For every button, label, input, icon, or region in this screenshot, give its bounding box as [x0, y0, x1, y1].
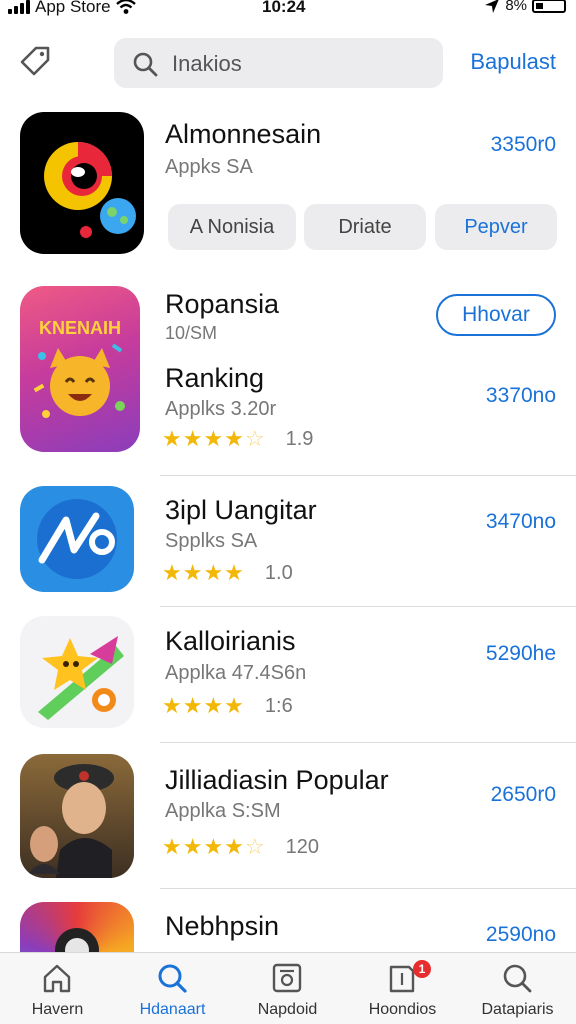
tab-label: Hdanaart: [139, 1001, 206, 1018]
tab-updates[interactable]: 1 Hoondios: [345, 953, 460, 1024]
tab-label: Datapiaris: [481, 1001, 554, 1018]
app-icon: [20, 902, 134, 952]
notification-badge: 1: [413, 960, 431, 978]
search-icon: [503, 964, 532, 993]
home-icon: [43, 964, 71, 993]
app-name: Nebhpsin: [165, 911, 280, 941]
tab-bar: Havern Hdanaart Napdoid 1 Hoondios Datap…: [0, 952, 576, 1024]
app-logo-icon: [55, 928, 99, 952]
tab-apps[interactable]: Napdoid: [230, 953, 345, 1024]
search-icon: [158, 964, 187, 993]
tab-search-active[interactable]: Hdanaart: [115, 953, 230, 1024]
price-button[interactable]: 2590no: [486, 923, 556, 947]
tab-label: Hoondios: [368, 1001, 437, 1018]
tab-label: Napdoid: [257, 1001, 318, 1018]
tab-home[interactable]: Havern: [0, 953, 115, 1024]
tab-label: Havern: [31, 1001, 84, 1018]
tab-search[interactable]: Datapiaris: [460, 953, 575, 1024]
list-item[interactable]: Nebhpsin 2590no: [0, 0, 576, 952]
apps-icon: [272, 963, 302, 993]
